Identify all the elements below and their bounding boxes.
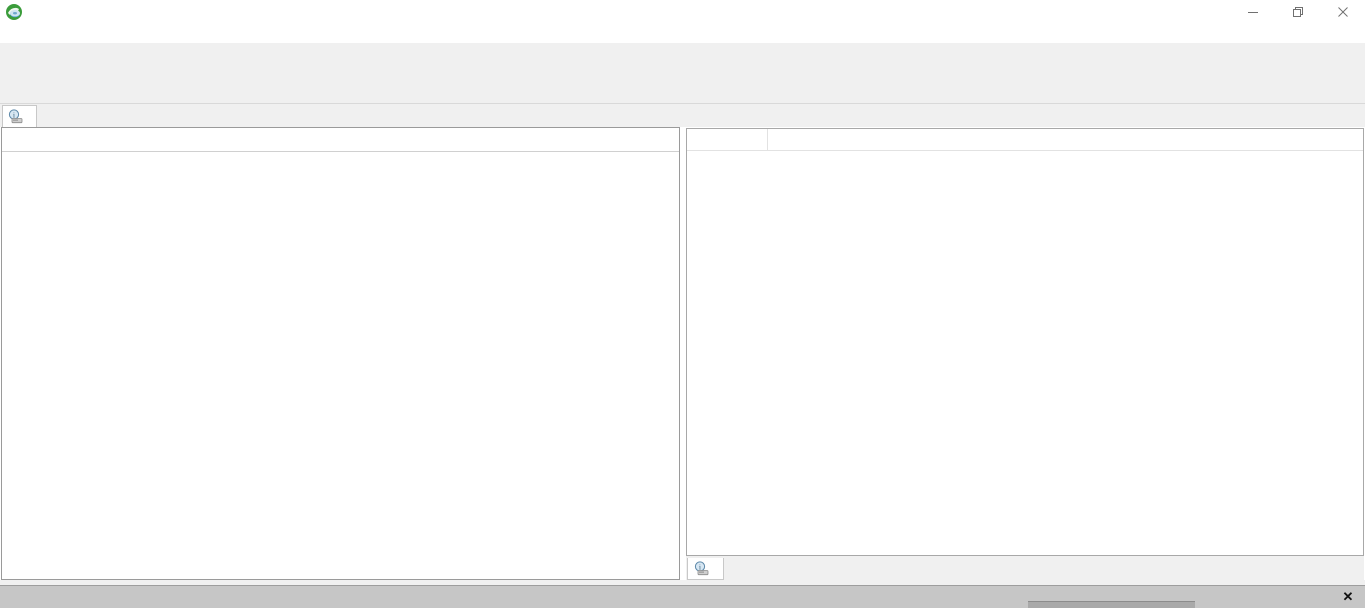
view-tab-strip: i — [0, 104, 1365, 127]
title-bar — [0, 0, 1365, 24]
log-scroll-strip[interactable] — [1028, 601, 1195, 608]
close-icon[interactable] — [1320, 0, 1365, 24]
log-bar: ✕ — [0, 585, 1365, 608]
minimize-icon[interactable] — [1230, 0, 1275, 24]
properties-header — [687, 129, 1363, 151]
tab-properties[interactable]: i — [687, 558, 724, 580]
properties-panel — [686, 128, 1364, 556]
tab-device-view[interactable]: i — [2, 105, 37, 127]
restore-icon[interactable] — [1275, 0, 1320, 24]
properties-col-value — [768, 129, 773, 151]
device-grid-header — [2, 128, 679, 152]
rstudio-window: i i ✕ — [0, 0, 1365, 608]
device-view-icon: i — [8, 109, 23, 124]
properties-tab-strip: i — [686, 556, 1364, 580]
properties-icon: i — [694, 561, 709, 576]
rstudio-logo-icon — [5, 3, 23, 21]
device-grid-panel — [1, 127, 680, 580]
toolbar — [0, 43, 1365, 104]
close-icon[interactable]: ✕ — [1340, 589, 1356, 605]
properties-col-name — [687, 129, 768, 151]
window-controls — [1230, 0, 1365, 24]
menu-bar — [0, 24, 1365, 43]
